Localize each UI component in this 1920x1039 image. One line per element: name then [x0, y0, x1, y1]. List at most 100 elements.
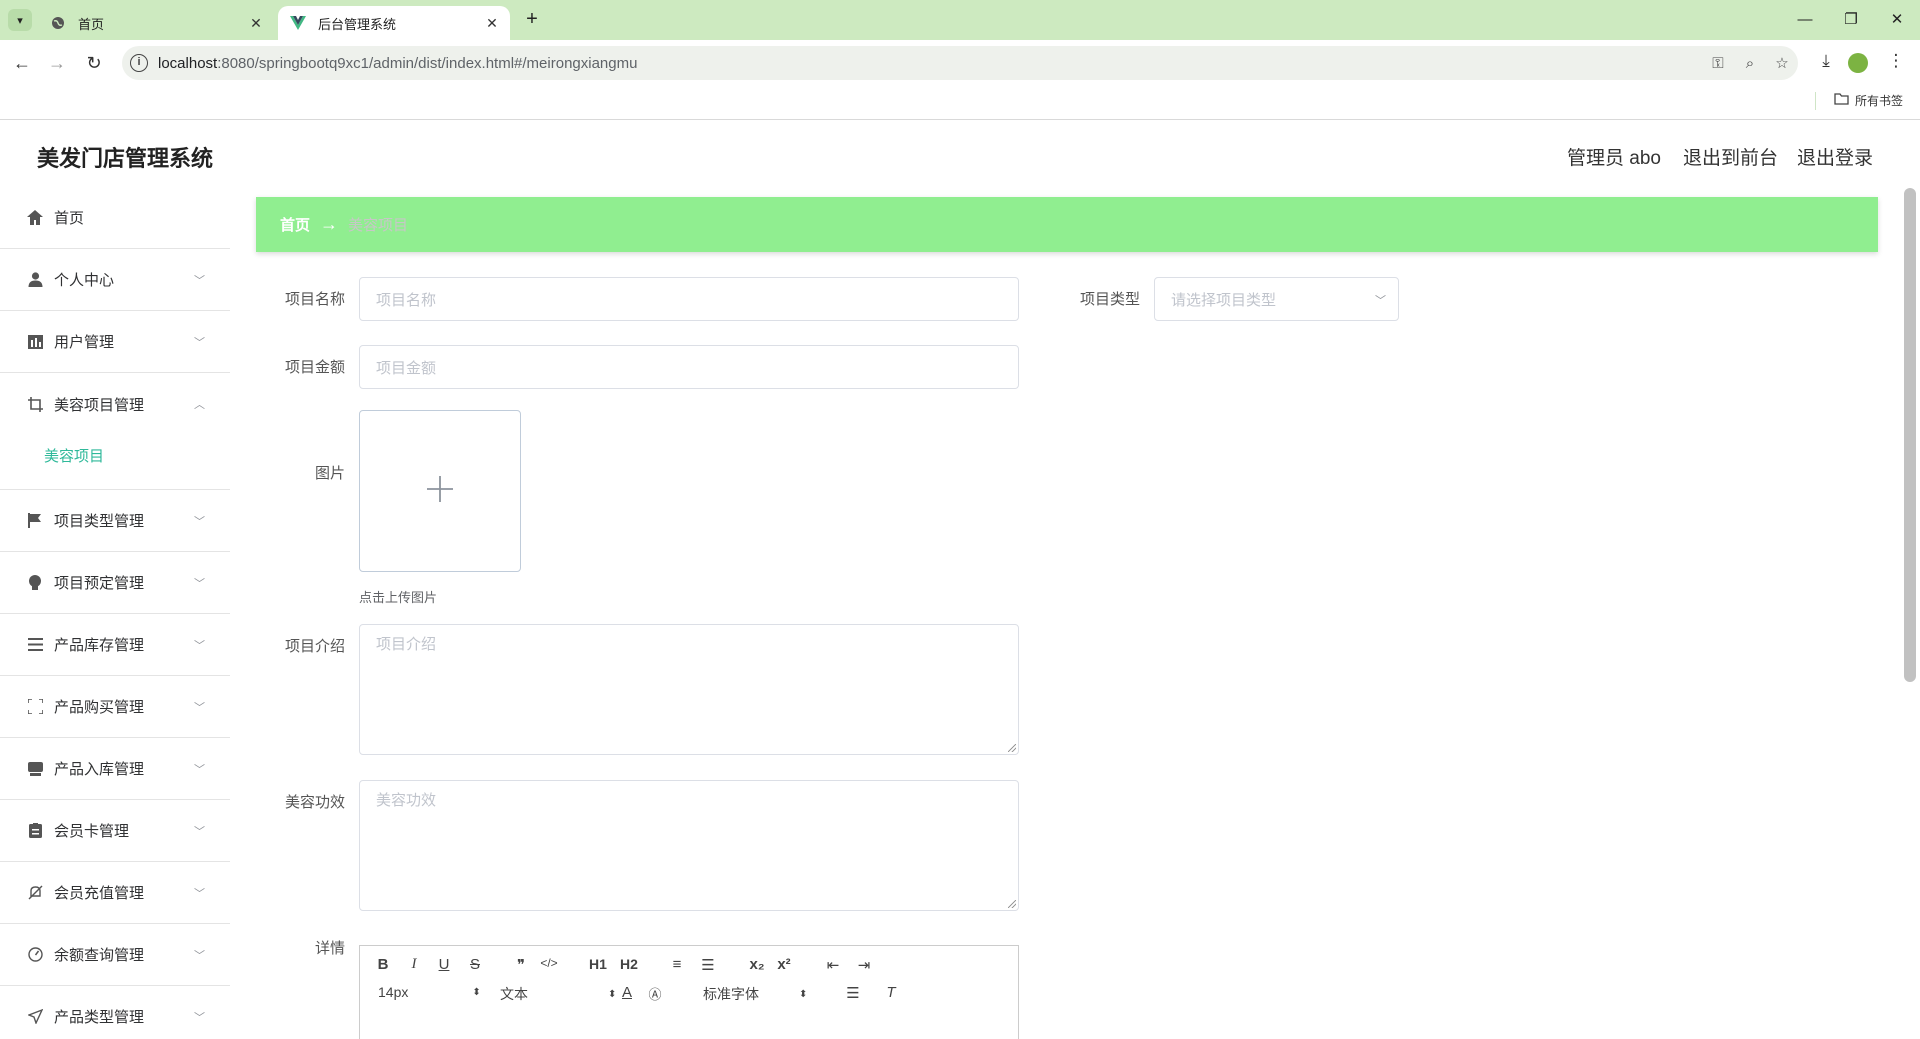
underline-button[interactable]: U: [433, 956, 455, 973]
italic-button[interactable]: I: [403, 956, 425, 973]
back-arrow-icon[interactable]: ←: [10, 51, 34, 75]
project-name-label: 项目名称: [284, 291, 345, 308]
font-family-picker[interactable]: 标准字体 ⬍: [703, 984, 807, 1004]
beauty-effect-textarea[interactable]: 美容功效: [359, 780, 1019, 911]
all-bookmarks-label: 所有书签: [1855, 94, 1904, 108]
address-bar[interactable]: i localhost:8080/springbootq9xc1/admin/d…: [122, 46, 1798, 80]
box-icon: [26, 760, 44, 778]
beauty-project-form: 项目名称 项目名称 项目类型 请选择项目类型 ﹀ 项目金额 项目金额 图片 点击…: [256, 252, 1878, 1039]
app-root: 美发门店管理系统 管理员 abo 退出到前台 退出登录 首页 个人中心 ﹀ 用户…: [0, 121, 1920, 1039]
project-name-input[interactable]: 项目名称: [359, 277, 1019, 321]
detail-label: 详情: [314, 940, 345, 957]
crop-icon: [26, 395, 44, 413]
ordered-list-button[interactable]: ≡: [666, 956, 688, 973]
project-intro-textarea[interactable]: 项目介绍: [359, 624, 1019, 755]
browser-tab-home[interactable]: 首页 ✕: [38, 6, 274, 40]
chevron-down-icon: ﹀: [194, 825, 205, 838]
restore-button[interactable]: ❐: [1828, 8, 1874, 32]
chevron-down-icon: ﹀: [194, 701, 205, 714]
chevron-down-icon: ﹀: [194, 887, 205, 900]
exit-to-front-link[interactable]: 退出到前台: [1683, 143, 1778, 170]
sidebar-item-label: 项目预定管理: [54, 575, 145, 592]
background-color-icon[interactable]: Ⓐ: [644, 984, 666, 1003]
bulb-icon: [26, 574, 44, 592]
sidebar-item-label: 项目类型管理: [54, 513, 145, 530]
project-intro-placeholder: 项目介绍: [376, 636, 437, 653]
zoom-icon[interactable]: ⌕: [1734, 55, 1766, 72]
all-bookmarks-button[interactable]: 所有书签: [1834, 92, 1903, 109]
sidebar-item-project-booking-management[interactable]: 项目预定管理 ﹀: [0, 552, 230, 614]
flag-icon: [26, 512, 44, 530]
rich-text-editor[interactable]: B I U S ❞ </> H1 H2 ≡ ☰ x₂ x² ⇤ ⇥ 14px ⬍ …: [359, 945, 1019, 1039]
window-close-button[interactable]: ✕: [1874, 8, 1920, 32]
bookmark-bar: 所有书签: [0, 86, 1920, 120]
bookmark-divider: [1815, 92, 1816, 110]
breadcrumb-home[interactable]: 首页: [280, 214, 310, 235]
strike-button[interactable]: S: [464, 956, 486, 973]
close-icon[interactable]: ✕: [246, 15, 266, 32]
sidebar-menu: 首页 个人中心 ﹀ 用户管理 ﹀ 美容项目管理 ︿ 美容项目 项目类型管理 ﹀ …: [0, 187, 230, 1039]
sidebar-item-product-stock-management[interactable]: 产品库存管理 ﹀: [0, 614, 230, 676]
site-info-icon[interactable]: i: [130, 54, 148, 72]
sidebar-subitem-beauty-project[interactable]: 美容项目: [0, 435, 230, 490]
bold-button[interactable]: B: [372, 956, 394, 973]
align-icon[interactable]: ☰: [842, 984, 864, 1002]
forward-arrow-icon[interactable]: →: [45, 51, 69, 75]
text-color-icon[interactable]: A: [616, 984, 638, 1001]
close-icon[interactable]: ✕: [482, 15, 502, 32]
project-amount-input[interactable]: 项目金额: [359, 345, 1019, 389]
chevron-down-icon: ﹀: [194, 515, 205, 528]
send-icon: [26, 1008, 44, 1026]
new-tab-button[interactable]: +: [520, 8, 544, 32]
sidebar-item-personal-center[interactable]: 个人中心 ﹀: [0, 249, 230, 311]
chevron-down-icon: ﹀: [1375, 295, 1386, 307]
profile-avatar[interactable]: [1848, 53, 1868, 73]
browser-tab-admin[interactable]: 后台管理系统 ✕: [278, 6, 510, 40]
project-intro-label: 项目介绍: [284, 638, 345, 655]
sidebar-item-label: 产品购买管理: [54, 699, 145, 716]
sidebar-item-beauty-project-management[interactable]: 美容项目管理 ︿: [0, 373, 230, 435]
blockquote-button[interactable]: ❞: [510, 956, 532, 974]
header-2-button[interactable]: H2: [618, 956, 640, 972]
font-size-picker[interactable]: 14px ⬍: [378, 984, 481, 1000]
home-icon: [26, 209, 44, 227]
password-key-icon[interactable]: ⚿: [1702, 55, 1734, 72]
bookmark-star-icon[interactable]: ☆: [1766, 54, 1798, 72]
sidebar-item-member-recharge-management[interactable]: 会员充值管理 ﹀: [0, 862, 230, 924]
beauty-effect-label: 美容功效: [284, 794, 345, 811]
subscript-button[interactable]: x₂: [746, 956, 768, 973]
bullet-list-button[interactable]: ☰: [697, 956, 719, 974]
indent-button[interactable]: ⇥: [853, 956, 875, 974]
superscript-button[interactable]: x²: [773, 956, 795, 973]
header-picker[interactable]: 文本 ⬍: [500, 984, 616, 1004]
chevron-down-icon: ﹀: [194, 949, 205, 962]
image-upload-box[interactable]: [359, 410, 521, 572]
reload-icon[interactable]: ↻: [82, 51, 106, 75]
main-content: 首页 → 美容项目 项目名称 项目名称 项目类型 请选择项目类型 ﹀ 项目金额 …: [256, 187, 1878, 1039]
sidebar-item-product-inbound-management[interactable]: 产品入库管理 ﹀: [0, 738, 230, 800]
sidebar-item-label: 个人中心: [54, 272, 115, 289]
clear-format-icon[interactable]: T: [880, 984, 902, 1001]
sidebar-item-member-card-management[interactable]: 会员卡管理 ﹀: [0, 800, 230, 862]
logout-link[interactable]: 退出登录: [1797, 143, 1873, 170]
sidebar-item-product-type-management[interactable]: 产品类型管理 ﹀: [0, 986, 230, 1039]
code-block-button[interactable]: </>: [538, 956, 560, 970]
menu-dots-icon[interactable]: ⋮: [1882, 51, 1910, 75]
sidebar-item-balance-query-management[interactable]: 余额查询管理 ﹀: [0, 924, 230, 986]
header-1-button[interactable]: H1: [587, 956, 609, 972]
sidebar-item-user-management[interactable]: 用户管理 ﹀: [0, 311, 230, 373]
page-scrollbar[interactable]: [1904, 188, 1916, 682]
resize-handle-icon[interactable]: [1008, 900, 1016, 908]
minimize-button[interactable]: —: [1782, 8, 1828, 32]
chevron-down-icon: ﹀: [194, 274, 205, 287]
resize-handle-icon[interactable]: [1008, 744, 1016, 752]
outdent-button[interactable]: ⇤: [822, 956, 844, 974]
sidebar-item-product-purchase-management[interactable]: 产品购买管理 ﹀: [0, 676, 230, 738]
url-text[interactable]: localhost:8080/springbootq9xc1/admin/dis…: [158, 55, 1702, 72]
download-icon[interactable]: ⤓: [1812, 51, 1840, 75]
sidebar-item-project-type-management[interactable]: 项目类型管理 ﹀: [0, 490, 230, 552]
tab-search-button[interactable]: ▾: [8, 9, 32, 31]
sidebar-item-home[interactable]: 首页: [0, 187, 230, 249]
project-type-select[interactable]: 请选择项目类型 ﹀: [1154, 277, 1399, 321]
sidebar-item-label: 产品库存管理: [54, 637, 145, 654]
